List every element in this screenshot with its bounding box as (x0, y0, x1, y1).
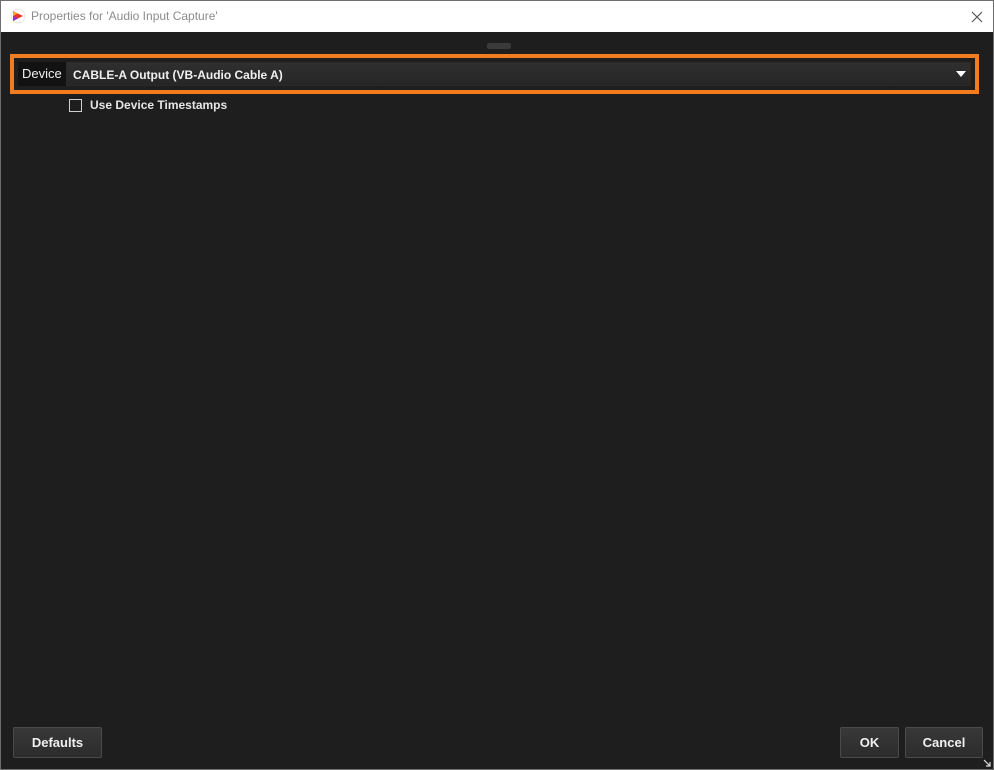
device-label: Device (22, 66, 62, 81)
close-icon (971, 11, 983, 22)
title-bar: Properties for 'Audio Input Capture' (1, 1, 993, 32)
use-device-timestamps-checkbox[interactable] (69, 98, 82, 112)
chevron-down-icon (956, 71, 966, 77)
properties-dialog: Properties for 'Audio Input Capture' Dev… (0, 0, 994, 770)
device-selected-value: CABLE-A Output (VB-Audio Cable A) (73, 68, 283, 82)
device-row: Device CABLE-A Output (VB-Audio Cable A) (18, 62, 971, 86)
close-button[interactable] (961, 1, 993, 32)
app-icon (10, 8, 26, 24)
splitter-handle[interactable] (487, 43, 511, 49)
ok-button[interactable]: OK (840, 727, 899, 758)
resize-grip-icon[interactable] (983, 759, 991, 767)
device-dropdown[interactable]: CABLE-A Output (VB-Audio Cable A) (66, 62, 971, 86)
cancel-button[interactable]: Cancel (905, 727, 983, 758)
window-title: Properties for 'Audio Input Capture' (31, 9, 218, 23)
defaults-button[interactable]: Defaults (13, 727, 102, 758)
use-device-timestamps-option[interactable]: Use Device Timestamps (69, 97, 227, 113)
use-device-timestamps-label: Use Device Timestamps (90, 98, 228, 112)
